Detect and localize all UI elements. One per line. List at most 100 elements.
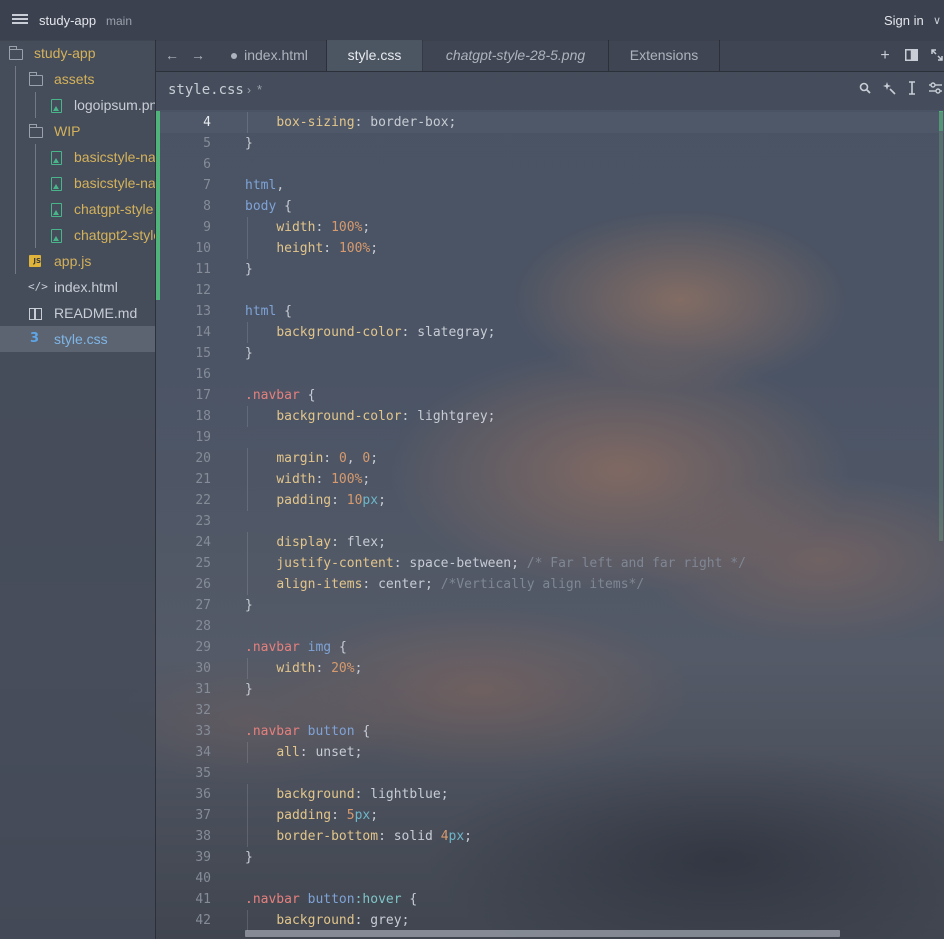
code-line[interactable]: 27}: [156, 595, 944, 616]
back-arrow-icon[interactable]: ←: [160, 40, 184, 71]
forward-arrow-icon[interactable]: →: [186, 40, 210, 71]
tree-file-chatgpt-style[interactable]: chatgpt-style: [0, 196, 155, 222]
tab-label: index.html: [244, 47, 308, 63]
code-line[interactable]: 42 background: grey;: [156, 910, 944, 931]
code-text: padding: 5px;: [276, 808, 379, 823]
code-line[interactable]: 34 all: unset;: [156, 742, 944, 763]
tree-label: study-app: [34, 45, 96, 61]
code-line[interactable]: 23: [156, 511, 944, 532]
tree-label: index.html: [54, 279, 118, 295]
code-line[interactable]: 16: [156, 364, 944, 385]
indent-guide: [247, 406, 248, 427]
code-line[interactable]: 36 background: lightblue;: [156, 784, 944, 805]
code-line[interactable]: 31}: [156, 679, 944, 700]
code-line[interactable]: 37 padding: 5px;: [156, 805, 944, 826]
tab-style-css[interactable]: style.css: [327, 40, 423, 71]
line-number: 24: [195, 535, 211, 550]
tree-folder-study-app[interactable]: study-app: [0, 40, 155, 66]
code-line[interactable]: 15}: [156, 343, 944, 364]
code-line[interactable]: 4 box-sizing: border-box;: [156, 112, 944, 133]
breadcrumb-symbol[interactable]: *: [257, 82, 262, 97]
code-line[interactable]: 25 justify-content: space-between; /* Fa…: [156, 553, 944, 574]
tree-file-app-js[interactable]: JS app.js: [0, 248, 155, 274]
code-line[interactable]: 41 .navbar button:hover {: [156, 889, 944, 910]
tree-file-logoipsum[interactable]: logoipsum.png: [0, 92, 155, 118]
tree-label: app.js: [54, 253, 92, 269]
code-text: body {: [245, 199, 292, 214]
code-line[interactable]: 11}: [156, 259, 944, 280]
text-cursor-icon[interactable]: [903, 81, 921, 99]
code-line[interactable]: 19: [156, 427, 944, 448]
js-file-icon: JS: [29, 255, 41, 267]
search-icon[interactable]: [856, 81, 874, 99]
code-text: box-sizing: border-box;: [276, 115, 457, 130]
code-line[interactable]: 28: [156, 616, 944, 637]
code-line[interactable]: 17 .navbar {: [156, 385, 944, 406]
line-number: 32: [195, 703, 211, 718]
magic-sparkle-icon[interactable]: [880, 81, 898, 99]
expand-icon[interactable]: [925, 40, 944, 71]
settings-sliders-icon[interactable]: [926, 81, 944, 99]
hamburger-menu-icon[interactable]: [12, 12, 28, 28]
project-name[interactable]: study-app: [39, 13, 96, 28]
code-line[interactable]: 35: [156, 763, 944, 784]
code-line[interactable]: 33 .navbar button {: [156, 721, 944, 742]
horizontal-scrollbar[interactable]: [245, 930, 840, 937]
chevron-down-icon[interactable]: ∨: [933, 14, 941, 27]
tree-file-style-css[interactable]: 3 style.css: [0, 326, 155, 352]
code-line[interactable]: 18 background-color: lightgrey;: [156, 406, 944, 427]
line-number: 37: [195, 808, 211, 823]
line-number: 27: [195, 598, 211, 613]
sign-in-button[interactable]: Sign in: [884, 13, 924, 28]
code-line[interactable]: 14 background-color: slategray;: [156, 322, 944, 343]
split-view-icon[interactable]: [899, 40, 923, 71]
tab-extensions[interactable]: Extensions: [609, 40, 720, 71]
code-line[interactable]: 12: [156, 280, 944, 301]
tree-file-readme[interactable]: README.md: [0, 300, 155, 326]
code-line[interactable]: 21 width: 100%;: [156, 469, 944, 490]
image-file-icon: [51, 151, 62, 165]
code-line[interactable]: 22 padding: 10px;: [156, 490, 944, 511]
folder-open-icon: [28, 72, 43, 86]
code-line[interactable]: 20 margin: 0, 0;: [156, 448, 944, 469]
code-line[interactable]: 30 width: 20%;: [156, 658, 944, 679]
line-number: 13: [195, 304, 211, 319]
tree-file-basicstyle-1[interactable]: basicstyle-navbar: [0, 144, 155, 170]
tree-folder-wip[interactable]: WIP: [0, 118, 155, 144]
tab-bar: ← → index.html style.css chatgpt-style-2…: [156, 40, 944, 72]
code-line[interactable]: 9 width: 100%;: [156, 217, 944, 238]
branch-name[interactable]: main: [106, 14, 132, 28]
tree-file-chatgpt2-style[interactable]: chatgpt2-style: [0, 222, 155, 248]
code-line[interactable]: 40: [156, 868, 944, 889]
code-line[interactable]: 13 html {: [156, 301, 944, 322]
code-line[interactable]: 5}: [156, 133, 944, 154]
tree-folder-assets[interactable]: assets: [0, 66, 155, 92]
code-line[interactable]: 39}: [156, 847, 944, 868]
tree-file-basicstyle-2[interactable]: basicstyle-navbar: [0, 170, 155, 196]
code-line[interactable]: 6: [156, 154, 944, 175]
tree-file-index-html[interactable]: </> index.html: [0, 274, 155, 300]
code-line[interactable]: 8 body {: [156, 196, 944, 217]
code-line[interactable]: 29 .navbar img {: [156, 637, 944, 658]
line-number: 11: [195, 262, 211, 277]
line-number: 34: [195, 745, 211, 760]
image-file-icon: [51, 99, 62, 113]
code-line[interactable]: 24 display: flex;: [156, 532, 944, 553]
new-tab-plus-icon[interactable]: +: [873, 40, 897, 71]
code-text: }: [245, 262, 253, 277]
code-line[interactable]: 7 html,: [156, 175, 944, 196]
tab-chatgpt-style-png[interactable]: chatgpt-style-28-5.png: [423, 40, 609, 71]
code-editor[interactable]: 4 box-sizing: border-box; 5} 6 7 html, 8 body …: [156, 111, 944, 939]
breadcrumb-file[interactable]: style.css: [168, 82, 244, 98]
code-line[interactable]: 32: [156, 700, 944, 721]
file-explorer: study-app assets logoipsum.png WIP basic…: [0, 40, 156, 939]
code-line[interactable]: 26 align-items: center; /*Vertically ali…: [156, 574, 944, 595]
image-file-icon: [51, 177, 62, 191]
code-line[interactable]: 10 height: 100%;: [156, 238, 944, 259]
code-line[interactable]: 38 border-bottom: solid 4px;: [156, 826, 944, 847]
line-number: 18: [195, 409, 211, 424]
tab-index-html[interactable]: index.html: [213, 40, 327, 71]
code-text: }: [245, 598, 253, 613]
tree-label: chatgpt-style: [74, 201, 154, 217]
indent-guide: [247, 532, 248, 553]
